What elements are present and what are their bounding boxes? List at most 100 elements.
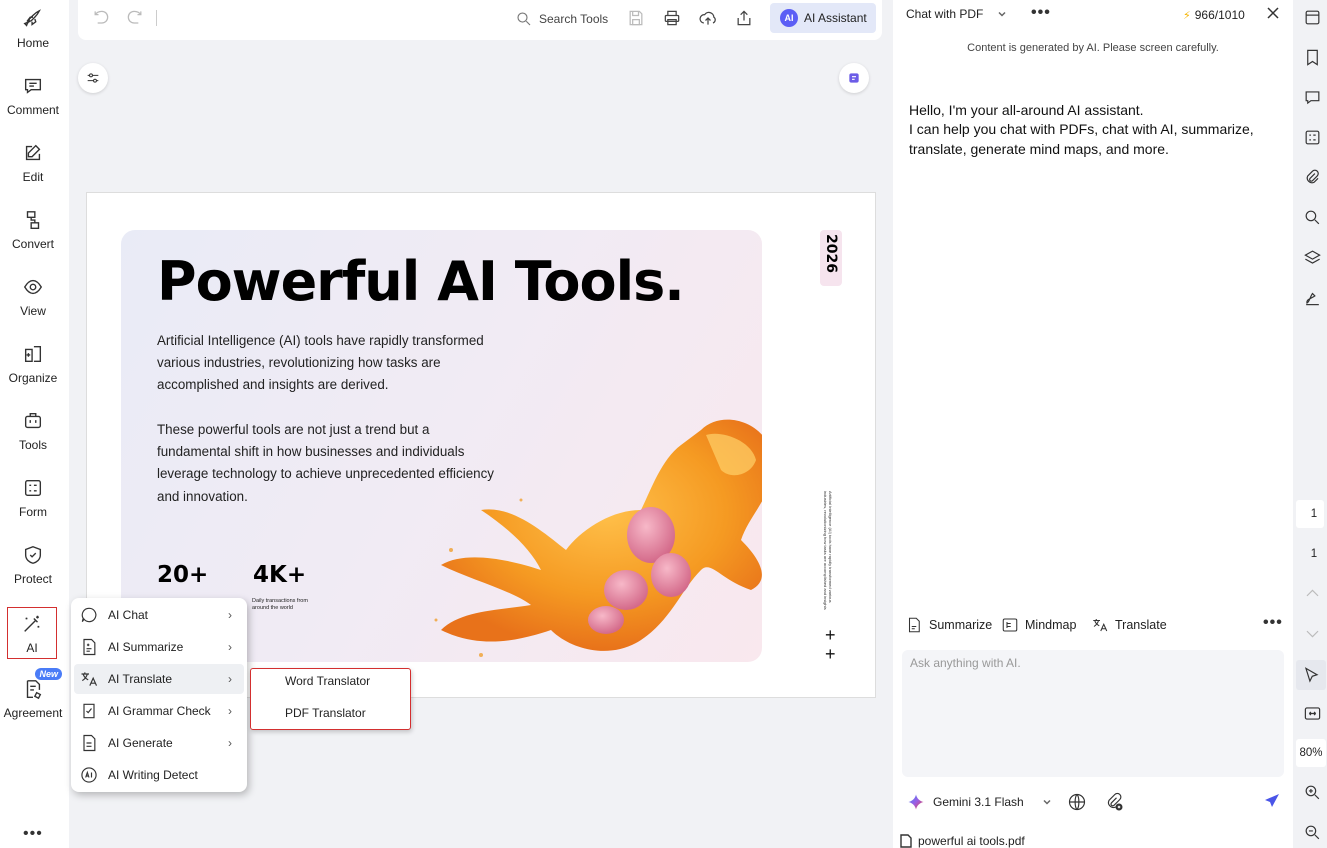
translate-label: Translate xyxy=(1115,618,1167,632)
model-select[interactable]: Gemini 3.1 Flash xyxy=(901,788,1055,816)
ai-assistant-button[interactable]: AI AI Assistant xyxy=(770,3,876,33)
summarize-icon xyxy=(908,617,920,633)
nav-tools[interactable]: Tools xyxy=(0,404,66,464)
menu-ai-generate[interactable]: AI Generate › xyxy=(74,728,244,758)
attached-file[interactable]: powerful ai tools.pdf xyxy=(900,834,1025,848)
menu-ai-chat-label: AI Chat xyxy=(108,608,149,622)
nav-ai[interactable]: AI xyxy=(7,607,57,659)
nav-protect[interactable]: Protect xyxy=(0,538,66,598)
attach-file-icon[interactable] xyxy=(1104,792,1124,812)
cloud-upload-icon[interactable] xyxy=(698,8,720,30)
convert-icon xyxy=(26,211,40,229)
ai-logo-icon: AI xyxy=(780,9,798,27)
fields-icon[interactable] xyxy=(1303,128,1323,148)
document-title: Powerful AI Tools. xyxy=(157,250,685,313)
comment-icon xyxy=(24,78,42,94)
shield-icon xyxy=(24,546,42,564)
nav-agreement[interactable]: New Agreement xyxy=(0,668,66,732)
select-tool-button[interactable] xyxy=(1296,660,1326,690)
chat-mode-select[interactable]: Chat with PDF xyxy=(906,7,1007,21)
nav-view-label: View xyxy=(20,304,46,318)
zoom-level[interactable]: 80% xyxy=(1296,739,1326,767)
submenu-pdf-translator[interactable]: PDF Translator xyxy=(285,706,366,720)
send-icon[interactable] xyxy=(1264,793,1280,809)
menu-ai-writing-detect-label: AI Writing Detect xyxy=(108,768,198,782)
save-icon[interactable] xyxy=(626,8,648,30)
model-label: Gemini 3.1 Flash xyxy=(933,795,1024,809)
new-badge: New xyxy=(35,668,62,680)
share-icon[interactable] xyxy=(734,8,756,30)
chevron-down-icon xyxy=(1043,799,1051,805)
quick-actions-more-icon[interactable]: ••• xyxy=(1263,614,1283,632)
layers-icon[interactable] xyxy=(1303,248,1323,268)
nav-edit[interactable]: Edit xyxy=(0,136,66,196)
year-tag: 2026 xyxy=(820,230,842,286)
thumbnails-icon[interactable] xyxy=(1303,8,1323,28)
quick-actions: Summarize Mindmap Translate ••• xyxy=(905,614,1285,638)
search-icon[interactable] xyxy=(1303,208,1323,228)
nav-view[interactable]: View xyxy=(0,270,66,330)
nav-convert[interactable]: Convert xyxy=(0,203,66,263)
summarize-button[interactable]: Summarize xyxy=(905,616,992,634)
chevron-down-icon xyxy=(998,11,1006,17)
submenu-word-translator[interactable]: Word Translator xyxy=(285,674,370,688)
edit-icon xyxy=(25,144,41,161)
search-tools-button[interactable]: Search Tools xyxy=(515,8,608,30)
file-icon xyxy=(900,834,912,848)
globe-icon[interactable] xyxy=(1067,792,1087,812)
more-nav-icon[interactable]: ••• xyxy=(23,825,43,843)
chevron-up-icon[interactable] xyxy=(1303,584,1323,604)
stat-value-2: 4K+ xyxy=(253,562,307,588)
total-pages: 1 xyxy=(1310,548,1318,560)
nav-form-label: Form xyxy=(19,505,47,519)
ai-translate-icon xyxy=(81,672,98,686)
mindmap-button[interactable]: Mindmap xyxy=(1001,616,1076,634)
print-icon[interactable] xyxy=(662,8,684,30)
ai-disclaimer: Content is generated by AI. Please scree… xyxy=(967,42,1219,54)
nav-organize[interactable]: Organize xyxy=(0,337,66,397)
ai-summarize-icon xyxy=(83,638,96,656)
menu-ai-grammar-check[interactable]: AI Grammar Check › xyxy=(74,696,244,726)
stat-value-1: 20+ xyxy=(157,562,209,588)
attachment-icon[interactable] xyxy=(1303,168,1323,188)
ai-chat-input[interactable] xyxy=(902,650,1284,777)
undo-icon[interactable] xyxy=(91,8,113,30)
mindmap-label: Mindmap xyxy=(1025,618,1077,632)
nav-tools-label: Tools xyxy=(18,438,47,452)
filter-settings-button[interactable] xyxy=(78,63,108,93)
right-rail: 1 1 80% xyxy=(1294,0,1327,848)
translate-submenu: Word Translator PDF Translator xyxy=(250,668,411,730)
current-page: 1 xyxy=(1310,508,1318,520)
nav-agreement-label: Agreement xyxy=(3,706,63,720)
ai-note-icon xyxy=(849,73,859,83)
fit-page-icon[interactable] xyxy=(1303,704,1323,724)
nav-comment[interactable]: Comment xyxy=(0,69,66,129)
menu-ai-summarize[interactable]: AI Summarize › xyxy=(74,632,244,662)
menu-ai-chat[interactable]: AI Chat › xyxy=(74,600,244,630)
comments-panel-icon[interactable] xyxy=(1303,88,1323,108)
ai-sidebar-toggle-button[interactable] xyxy=(839,63,869,93)
chevron-right-icon: › xyxy=(228,608,232,622)
translate-button[interactable]: Translate xyxy=(1091,616,1167,634)
redo-icon[interactable] xyxy=(125,8,147,30)
rocket-icon xyxy=(23,9,41,27)
bookmark-icon[interactable] xyxy=(1303,48,1323,68)
menu-ai-translate-label: AI Translate xyxy=(108,672,173,686)
ai-chat-icon xyxy=(81,607,97,623)
zoom-in-icon[interactable] xyxy=(1303,783,1323,803)
menu-ai-writing-detect[interactable]: AI Writing Detect xyxy=(74,760,244,790)
close-icon[interactable] xyxy=(1266,6,1280,20)
menu-ai-translate[interactable]: AI Translate › xyxy=(74,664,244,694)
chevron-down-icon[interactable] xyxy=(1303,624,1323,644)
signature-icon[interactable] xyxy=(1303,288,1323,308)
coral-3d-illustration xyxy=(434,419,762,657)
nav-ai-label: AI xyxy=(26,641,38,655)
nav-home[interactable]: Home xyxy=(0,2,66,62)
nav-form[interactable]: Form xyxy=(0,471,66,531)
chat-mode-label: Chat with PDF xyxy=(906,7,984,21)
zoom-out-icon[interactable] xyxy=(1303,823,1323,843)
left-sidebar: Home Comment Edit Convert View Organize … xyxy=(0,0,69,848)
sliders-icon xyxy=(87,73,99,83)
panel-more-icon[interactable]: ••• xyxy=(1031,4,1051,22)
chevron-right-icon: › xyxy=(228,736,232,750)
